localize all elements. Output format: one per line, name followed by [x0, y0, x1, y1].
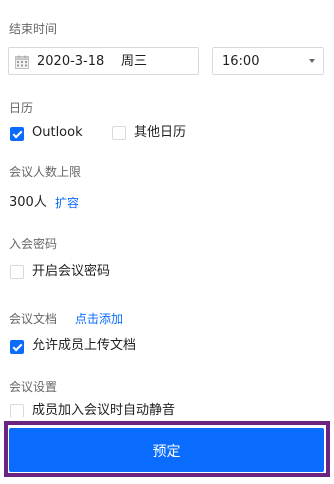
- outlook-checkbox[interactable]: [10, 127, 24, 141]
- allow-upload-option[interactable]: 允许成员上传文档: [10, 337, 136, 355]
- weekday-value: 周三: [121, 54, 148, 69]
- settings-label: 会议设置: [9, 380, 58, 394]
- chevron-down-icon: [309, 59, 315, 63]
- auto-mute-checkbox[interactable]: [10, 404, 24, 418]
- add-document-link[interactable]: 点击添加: [75, 311, 123, 327]
- documents-label: 会议文档: [9, 312, 58, 326]
- calendar-icon: [15, 55, 29, 69]
- date-value: 2020-3-18: [37, 54, 105, 69]
- other-calendar-label: 其他日历: [134, 125, 187, 140]
- expand-capacity-link[interactable]: 扩容: [55, 195, 79, 211]
- date-field[interactable]: 2020-3-18 周三: [8, 47, 199, 75]
- allow-upload-checkbox[interactable]: [10, 340, 24, 354]
- enable-password-label: 开启会议密码: [32, 264, 111, 279]
- enable-password-checkbox[interactable]: [10, 265, 24, 279]
- outlook-label: Outlook: [32, 125, 83, 140]
- attendee-limit-value: 300人: [9, 195, 47, 210]
- attendee-limit-label: 会议人数上限: [9, 165, 82, 179]
- allow-upload-label: 允许成员上传文档: [32, 338, 137, 353]
- outlook-option[interactable]: Outlook: [10, 124, 83, 142]
- end-time-label: 结束时间: [9, 22, 58, 36]
- time-value: 16:00: [222, 54, 260, 69]
- password-label: 入会密码: [9, 237, 58, 251]
- book-button[interactable]: 预定: [9, 428, 324, 472]
- calendar-label: 日历: [9, 101, 34, 115]
- other-calendar-checkbox[interactable]: [112, 126, 126, 140]
- time-select[interactable]: 16:00: [212, 47, 324, 75]
